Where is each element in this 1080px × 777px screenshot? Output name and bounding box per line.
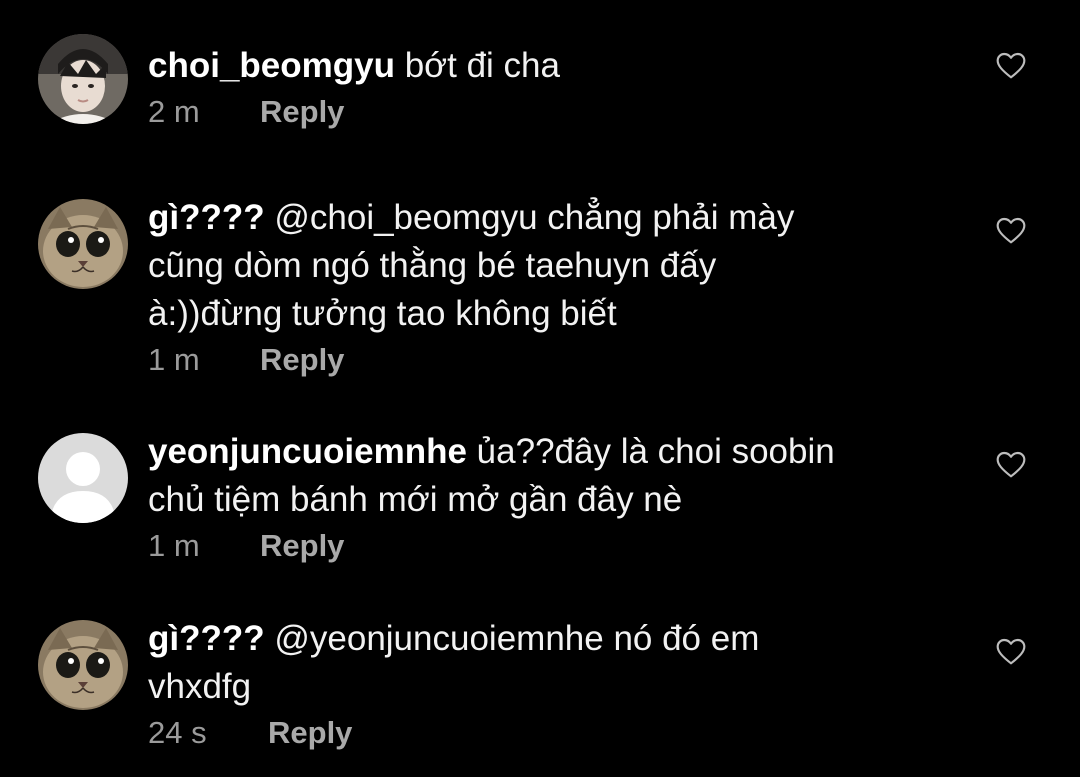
like-button[interactable] <box>995 449 1027 481</box>
avatar[interactable] <box>38 620 128 710</box>
comment-meta: 1 m Reply <box>148 526 948 566</box>
reply-button[interactable]: Reply <box>260 92 344 132</box>
comment-text-line: yeonjuncuoiemnhe ủa??đây là choi soobin … <box>148 428 948 524</box>
comment-username[interactable]: gì???? <box>148 619 265 658</box>
reply-button[interactable]: Reply <box>260 526 344 566</box>
comment-timestamp: 1 m <box>148 342 200 377</box>
like-button[interactable] <box>995 636 1027 668</box>
default-user-avatar-icon <box>38 433 128 523</box>
heart-icon <box>996 451 1026 478</box>
comment-body: gì???? @choi_beomgyu chẳng phải mày cũng… <box>148 194 948 380</box>
comment-text-line: gì???? @choi_beomgyu chẳng phải mày cũng… <box>148 194 948 338</box>
comment-timestamp: 1 m <box>148 528 200 563</box>
avatar[interactable] <box>38 199 128 289</box>
comment-text-line: gì???? @yeonjuncuoiemnhe nó đó em vhxdfg <box>148 615 948 711</box>
comment-body: choi_beomgyu bớt đi cha 2 m Reply <box>148 42 948 132</box>
comment-body: gì???? @yeonjuncuoiemnhe nó đó em vhxdfg… <box>148 615 948 753</box>
cat-photo-avatar-icon <box>38 620 128 710</box>
comment-username[interactable]: gì???? <box>148 198 265 237</box>
comment-text: bớt đi cha <box>404 46 560 85</box>
cat-photo-avatar-icon <box>38 199 128 289</box>
reply-button[interactable]: Reply <box>268 713 352 753</box>
comment-timestamp: 24 s <box>148 715 207 750</box>
avatar[interactable] <box>38 433 128 523</box>
comment-body: yeonjuncuoiemnhe ủa??đây là choi soobin … <box>148 428 948 566</box>
like-button[interactable] <box>995 50 1027 82</box>
comment-username[interactable]: choi_beomgyu <box>148 46 395 85</box>
like-button[interactable] <box>995 215 1027 247</box>
comment-meta: 24 s Reply <box>148 713 948 753</box>
person-photo-avatar-icon <box>38 34 128 124</box>
comment-timestamp: 2 m <box>148 94 200 129</box>
reply-button[interactable]: Reply <box>260 340 344 380</box>
heart-icon <box>996 52 1026 79</box>
heart-icon <box>996 638 1026 665</box>
heart-icon <box>996 217 1026 244</box>
avatar[interactable] <box>38 34 128 124</box>
comment-text-line: choi_beomgyu bớt đi cha <box>148 42 948 90</box>
comment-username[interactable]: yeonjuncuoiemnhe <box>148 432 467 471</box>
comment-meta: 2 m Reply <box>148 92 948 132</box>
comment-meta: 1 m Reply <box>148 340 948 380</box>
